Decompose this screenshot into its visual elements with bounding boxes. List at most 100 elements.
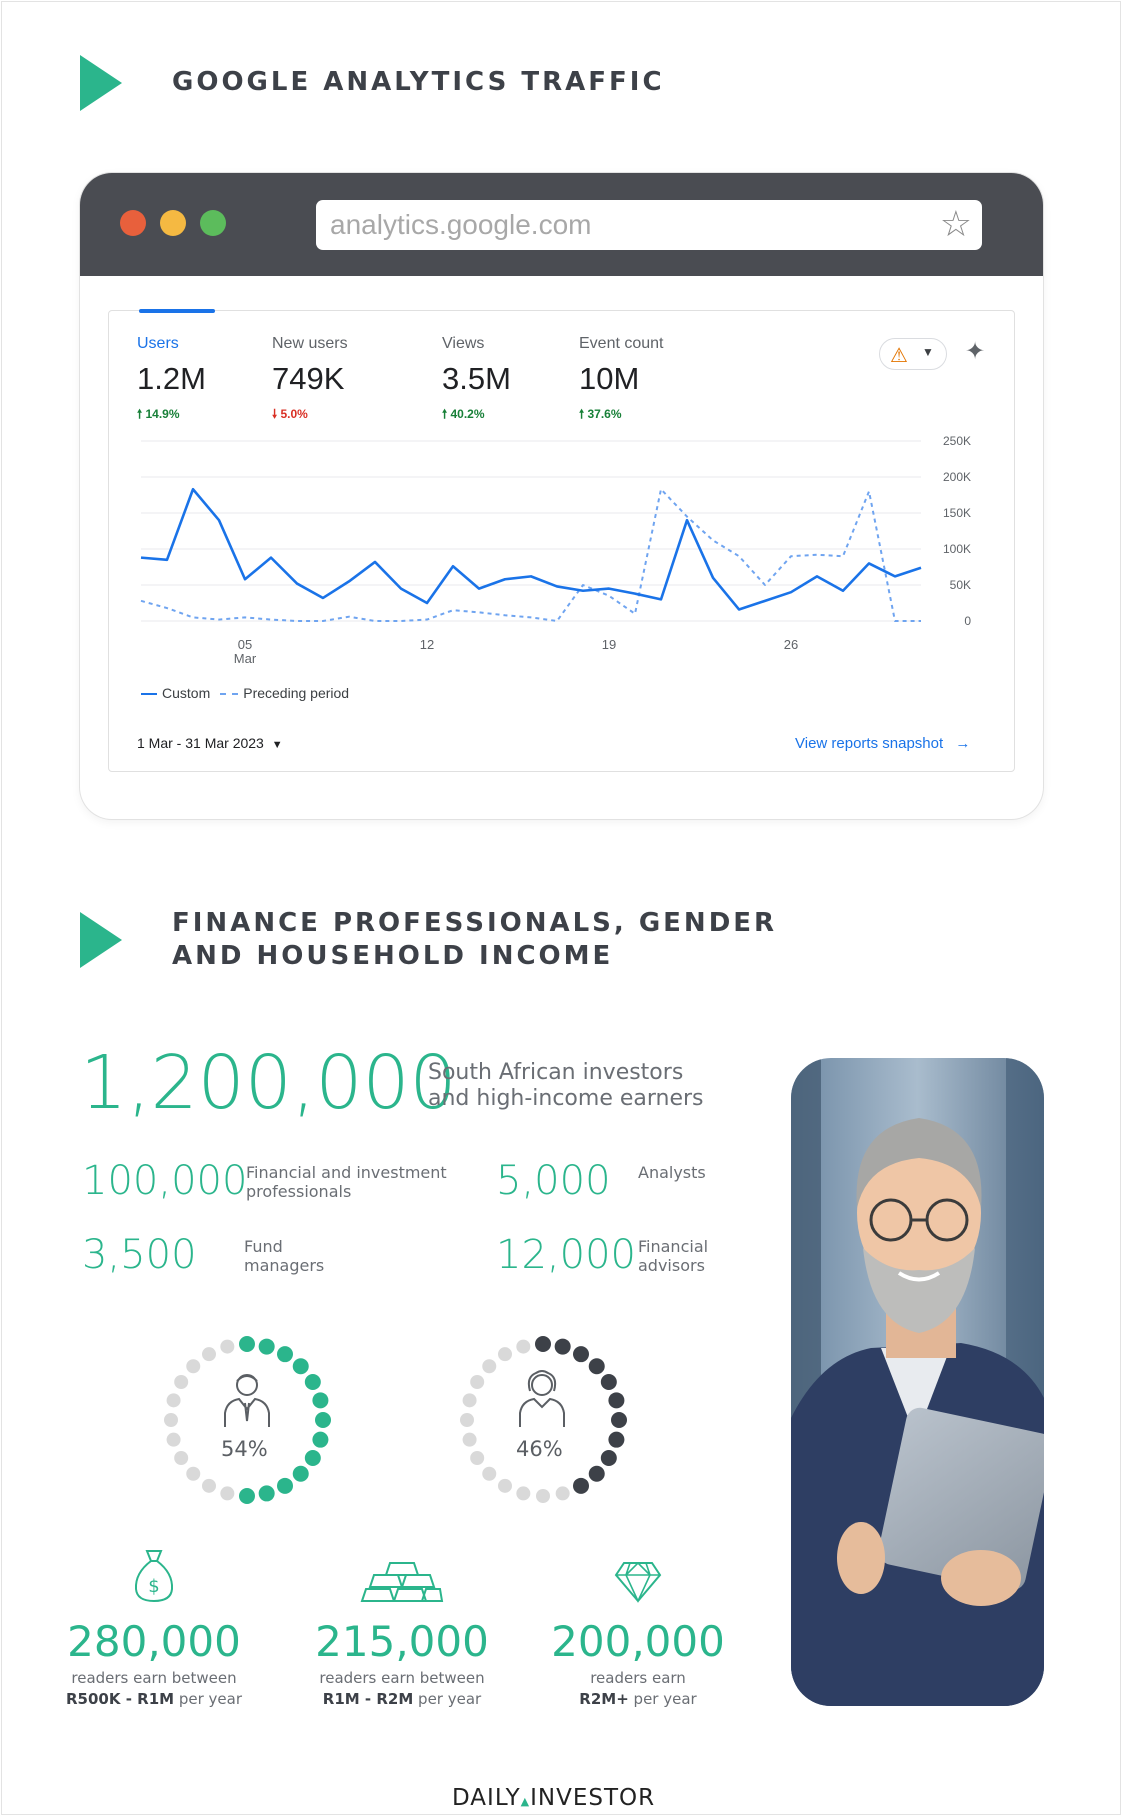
caret-down-icon: ▼ (271, 739, 283, 751)
ring-dot-empty (516, 1339, 531, 1354)
stat-number: 12,000 (496, 1232, 636, 1278)
man-with-tablet-photo (791, 1058, 1044, 1706)
ring-dot-empty (555, 1486, 570, 1501)
y-tick-label: 200K (943, 470, 971, 484)
insights-sparkle-icon[interactable]: ✦ (965, 337, 985, 366)
ring-dot-filled (611, 1412, 627, 1428)
metric-label: Views (442, 335, 485, 352)
ring-dot-filled (258, 1485, 275, 1502)
y-tick-label: 150K (943, 506, 971, 520)
stat-desc-line2: advisors (638, 1256, 705, 1275)
stat-number: 3,500 (82, 1232, 197, 1278)
income-desc-line2: R2M+ per year (518, 1689, 758, 1710)
income-desc-line1: readers earn (590, 1669, 686, 1687)
date-range-picker[interactable]: 1 Mar - 31 Mar 2023 ▼ (137, 735, 283, 751)
y-tick-label: 250K (943, 434, 971, 448)
metric-event-count[interactable]: Event count 10M 🠕 37.6% (579, 335, 664, 426)
stat-desc-line1: Fund (244, 1237, 283, 1256)
maximize-dot-icon[interactable] (200, 210, 226, 236)
income-description: readers earn between R500K - R1M per yea… (34, 1668, 274, 1710)
metric-label: Users (137, 335, 179, 352)
income-description: readers earn R2M+ per year (518, 1668, 758, 1710)
legend-preceding: Preceding period (243, 685, 350, 701)
browser-window: analytics.google.com ☆ Users 1.2M 🠕 14.9… (80, 173, 1043, 819)
warning-icon: ⚠ (890, 345, 908, 367)
alert-dropdown[interactable]: ⚠ ▼ (879, 338, 947, 370)
ring-dot-empty (186, 1466, 201, 1481)
close-dot-icon[interactable] (120, 210, 146, 236)
gold-bars-icon (360, 1562, 444, 1602)
stat-desc-line2: managers (244, 1256, 325, 1275)
male-person-icon (224, 1374, 270, 1427)
income-count: 200,000 (551, 1617, 725, 1666)
ring-dot-filled (600, 1450, 617, 1466)
play-arrow-icon (80, 912, 122, 968)
income-suffix: per year (174, 1690, 242, 1708)
date-range-text: 1 Mar - 31 Mar 2023 (137, 735, 264, 751)
female-person-icon (519, 1370, 565, 1427)
ring-dot-empty (166, 1393, 181, 1408)
female-percent-label: 46% (516, 1437, 563, 1461)
ring-dot-empty (174, 1451, 189, 1465)
metric-views[interactable]: Views 3.5M 🠕 40.2% (442, 335, 511, 426)
income-count: 215,000 (315, 1617, 489, 1666)
ring-dot-filled (277, 1477, 293, 1494)
ring-dot-empty (220, 1486, 235, 1501)
income-desc-line2: R500K - R1M per year (34, 1689, 274, 1710)
metric-change: 🠕 37.6% (579, 405, 664, 426)
ring-dot-filled (554, 1338, 571, 1355)
stat-desc-line1: Financial and investment (246, 1163, 447, 1182)
metric-change: 🠕 14.9% (137, 405, 206, 426)
income-desc-line2: R1M - R2M per year (282, 1689, 522, 1710)
metric-value: 10M (579, 361, 640, 396)
ring-dot-filled (304, 1450, 321, 1466)
metric-users[interactable]: Users 1.2M 🠕 14.9% (137, 335, 206, 426)
ring-dot-filled (608, 1392, 625, 1409)
money-bag-icon: $ (134, 1550, 174, 1603)
address-bar[interactable]: analytics.google.com ☆ (316, 200, 982, 250)
bookmark-star-icon[interactable]: ☆ (940, 204, 972, 244)
ring-dot-filled (312, 1431, 329, 1448)
brand-left: DAILY (452, 1785, 521, 1811)
metric-change: 🠕 40.2% (442, 405, 511, 426)
headline-desc-line1: South African investors (428, 1060, 684, 1085)
chart-legend: Custom Preceding period (141, 685, 349, 701)
ring-dot-empty (482, 1359, 497, 1374)
ring-dot-empty (166, 1432, 181, 1447)
ring-dot-empty (470, 1451, 485, 1465)
ring-dot-filled (239, 1488, 255, 1504)
caret-down-icon: ▼ (922, 345, 934, 359)
ring-dot-filled (292, 1465, 309, 1482)
legend-dashed-swatch (220, 693, 239, 696)
selected-tab-indicator (139, 309, 215, 313)
metric-change: 🠗 5.0% (272, 405, 348, 426)
stat-desc-line2: professionals (246, 1182, 352, 1201)
minimize-dot-icon[interactable] (160, 210, 186, 236)
ring-dot-empty (186, 1359, 201, 1374)
ring-dot-filled (573, 1346, 589, 1363)
headline-desc-line2: and high-income earners (428, 1086, 704, 1111)
stat-desc-line1: Financial (638, 1237, 709, 1256)
brand-right: INVESTOR (530, 1785, 656, 1811)
income-desc-line1: readers earn between (71, 1669, 237, 1687)
x-tick-label: 05 (238, 637, 252, 652)
x-tick-label: 26 (784, 637, 798, 652)
metric-new-users[interactable]: New users 749K 🠗 5.0% (272, 335, 348, 426)
x-tick-sublabel: Mar (234, 651, 257, 666)
metric-label: Event count (579, 335, 664, 352)
ring-dot-empty (174, 1375, 189, 1389)
legend-custom: Custom (162, 685, 211, 701)
headline-description: South African investors and high-income … (428, 1060, 704, 1112)
ring-dot-empty (460, 1413, 474, 1427)
y-tick-label: 50K (950, 578, 971, 592)
play-arrow-icon (80, 55, 122, 111)
ring-dot-filled (304, 1374, 321, 1390)
ring-dot-empty (220, 1339, 235, 1354)
svg-text:$: $ (148, 1576, 159, 1597)
ring-dot-filled (315, 1412, 331, 1428)
ring-dot-empty (498, 1478, 512, 1493)
ring-dot-empty (462, 1393, 477, 1408)
income-range: R1M - R2M (322, 1690, 414, 1708)
view-reports-snapshot-link[interactable]: View reports snapshot → (795, 735, 970, 752)
section-title-line2: AND HOUSEHOLD INCOME (172, 941, 614, 971)
